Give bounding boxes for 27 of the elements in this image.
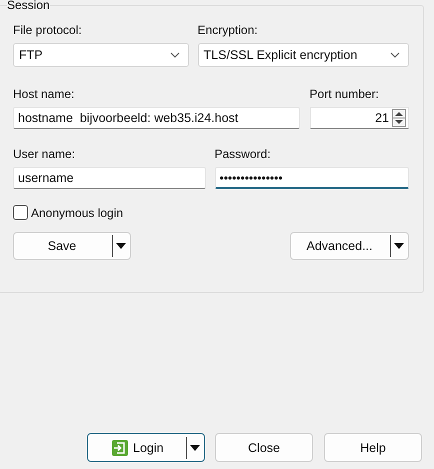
chevron-icon: [170, 52, 180, 58]
spinner-icon[interactable]: [392, 109, 406, 127]
caret-icon[interactable]: [394, 243, 404, 249]
split-button[interactable]: Advanced...: [290, 232, 409, 260]
field-label: File protocol:: [13, 23, 83, 37]
field-label: Encryption:: [198, 23, 259, 37]
dialog-button[interactable]: Help: [324, 433, 422, 462]
port-field[interactable]: 21: [310, 107, 409, 129]
chevron-icon: [390, 52, 400, 58]
group-title: Session: [7, 0, 50, 11]
password-field[interactable]: •••••••••••••••: [214, 167, 409, 189]
field-label: Port number:: [310, 87, 380, 101]
username-field[interactable]: username: [13, 167, 206, 189]
protocol-dropdown[interactable]: FTP: [13, 43, 189, 67]
dialog-button[interactable]: Close: [215, 433, 313, 462]
checkbox[interactable]: [13, 205, 28, 220]
field-label: Host name:: [13, 87, 76, 101]
encryption-dropdown[interactable]: TLS/SSL Explicit encryption: [198, 43, 409, 67]
checkbox-label[interactable]: Anonymous login: [31, 206, 124, 220]
field-label: User name:: [13, 147, 76, 161]
login-icon: [112, 440, 128, 456]
caret-icon[interactable]: [190, 444, 200, 450]
split-button[interactable]: Save: [13, 232, 131, 260]
caret-icon[interactable]: [116, 243, 126, 249]
login-button[interactable]: Login: [87, 433, 205, 462]
field-label: Password:: [214, 147, 272, 161]
host-field[interactable]: hostname bijvoorbeeld: web35.i24.host: [13, 107, 300, 129]
